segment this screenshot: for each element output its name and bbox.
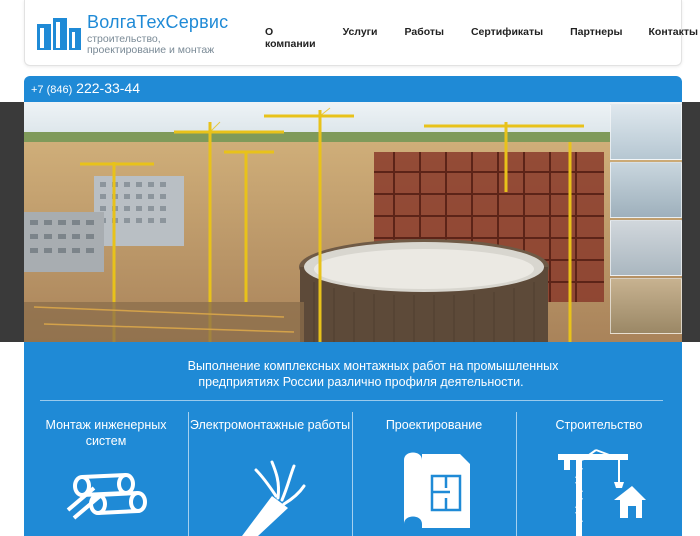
brand[interactable]: ВолгаТехСервис строительство, проектиров… bbox=[87, 12, 237, 56]
service-title: Проектирование bbox=[385, 418, 483, 432]
main-nav: О компании Услуги Работы Сертификаты Пар… bbox=[261, 26, 698, 50]
intro-line-1: Выполнение комплексных монтажных работ н… bbox=[187, 359, 559, 373]
hero-thumbnails bbox=[608, 102, 682, 342]
phone-bar: +7 (846) 222-33-44 bbox=[24, 76, 682, 102]
brand-tagline: строительство, проектирование и монтаж bbox=[87, 33, 215, 56]
service-design[interactable]: Проектирование bbox=[352, 412, 516, 536]
hero-side-right bbox=[682, 102, 700, 342]
nav-partners[interactable]: Партнеры bbox=[570, 26, 622, 50]
logo-icon[interactable] bbox=[37, 14, 85, 50]
services-list: Монтаж инженерных систем Электромонтажны… bbox=[24, 412, 682, 536]
brand-name[interactable]: ВолгаТехСервис bbox=[87, 12, 237, 33]
intro-line-2: предприятиях России различно профиля дея… bbox=[198, 375, 524, 389]
service-electrical[interactable]: Электромонтажные работы bbox=[188, 412, 352, 536]
nav-certificates[interactable]: Сертификаты bbox=[471, 26, 543, 50]
hero-thumbnail[interactable] bbox=[610, 162, 682, 218]
pipes-icon bbox=[66, 473, 147, 520]
service-title: Монтаж инженерных систем bbox=[45, 418, 167, 448]
phone-digits: 222-33-44 bbox=[76, 80, 140, 96]
intro-text: Выполнение комплексных монтажных работ н… bbox=[24, 358, 682, 390]
hero-thumbnail[interactable] bbox=[610, 278, 682, 334]
service-title: Электромонтажные работы bbox=[189, 418, 351, 432]
crane-house-icon bbox=[558, 449, 646, 536]
cable-icon bbox=[242, 460, 306, 536]
nav-about[interactable]: О компании bbox=[265, 26, 316, 50]
nav-services[interactable]: Услуги bbox=[343, 26, 378, 50]
hero-thumbnail[interactable] bbox=[610, 104, 682, 160]
service-title: Строительство bbox=[555, 418, 643, 432]
site-header: ВолгаТехСервис строительство, проектиров… bbox=[24, 0, 698, 66]
service-construction[interactable]: Строительство bbox=[516, 412, 682, 536]
nav-works[interactable]: Работы bbox=[405, 26, 444, 50]
phone-code: +7 (846) bbox=[31, 84, 73, 96]
hero-side-left bbox=[0, 102, 24, 342]
services-section: Выполнение комплексных монтажных работ н… bbox=[24, 342, 682, 536]
service-engineering-systems[interactable]: Монтаж инженерных систем bbox=[24, 412, 188, 536]
phone-number[interactable]: +7 (846) 222-33-44 bbox=[31, 80, 140, 96]
hero-slider[interactable] bbox=[24, 102, 682, 342]
hero-construction-image bbox=[24, 102, 682, 342]
blueprint-icon bbox=[404, 452, 470, 528]
nav-contacts[interactable]: Контакты bbox=[649, 26, 699, 50]
hero-thumbnail[interactable] bbox=[610, 220, 682, 276]
divider bbox=[40, 400, 663, 401]
